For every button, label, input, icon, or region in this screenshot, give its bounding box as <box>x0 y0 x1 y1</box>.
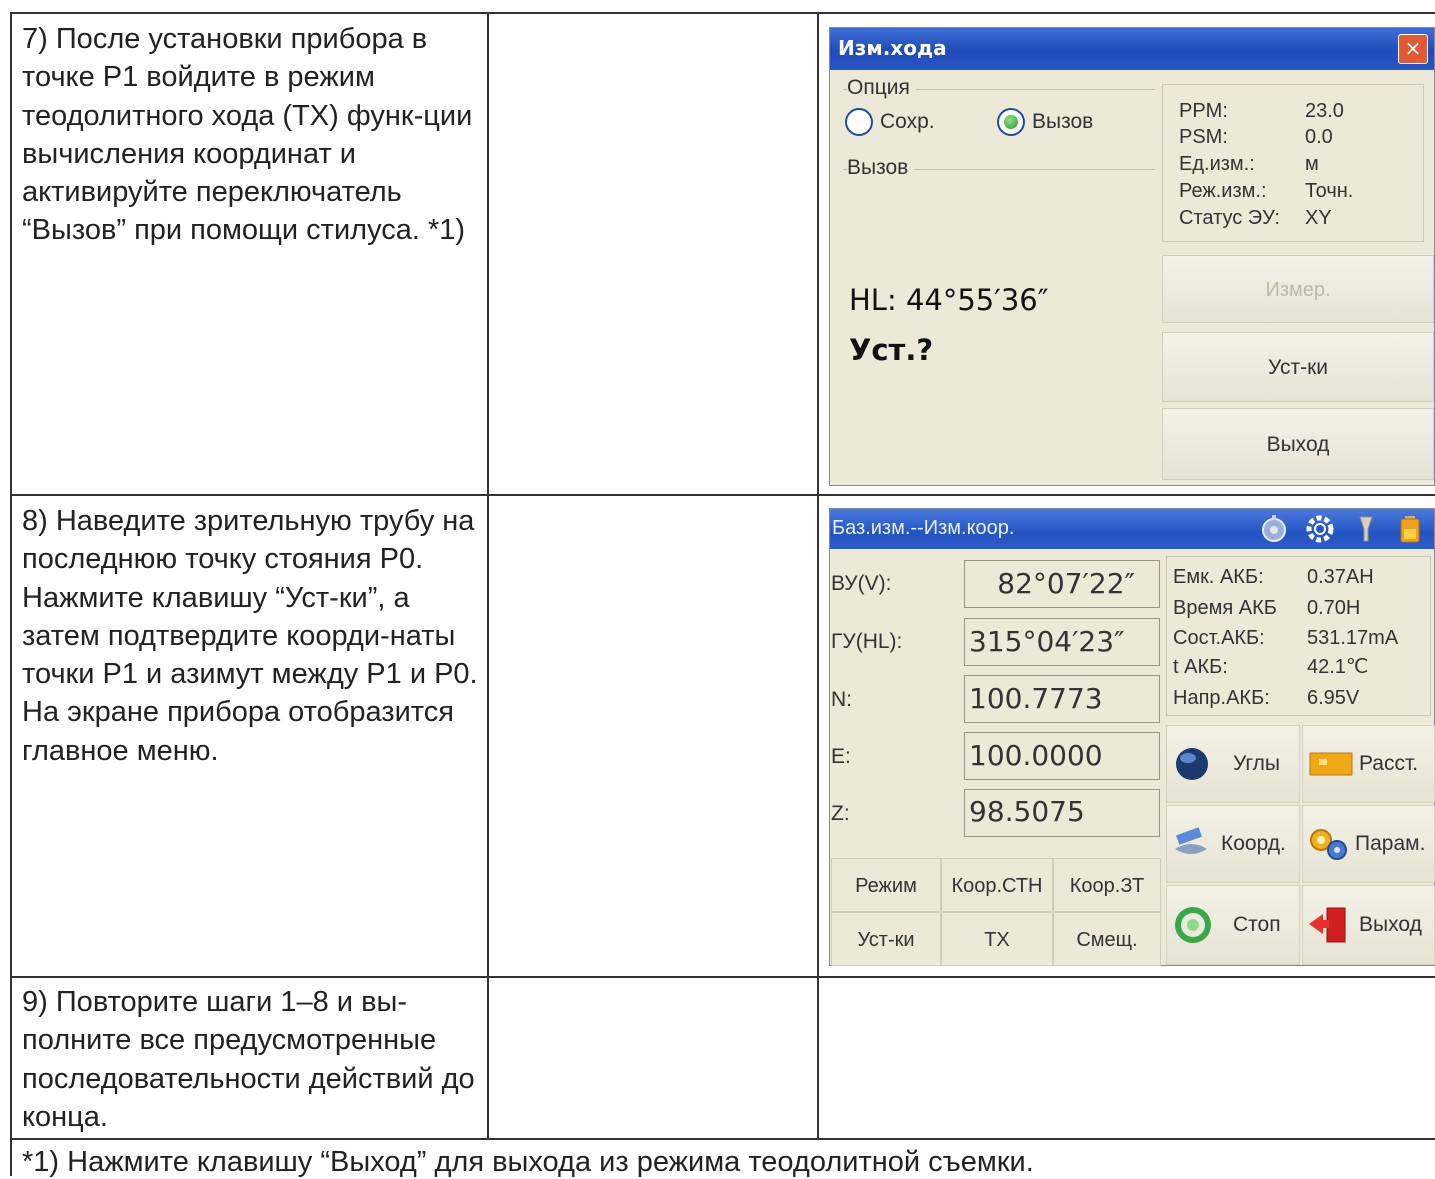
coordinates-icon <box>1175 827 1207 854</box>
backsight-coord-button[interactable]: Коор.ЗТ <box>1053 858 1161 912</box>
row-divider <box>10 1138 1435 1140</box>
column-divider <box>817 12 819 1140</box>
stop-label: Стоп <box>1233 913 1281 936</box>
angles-label: Углы <box>1233 752 1280 775</box>
exit-menu-label: Выход <box>1359 913 1422 936</box>
station-coord-button[interactable]: Коор.СТН <box>941 858 1053 912</box>
step-9-text: 9) Повторите шаги 1–8 и вы-полните все п… <box>22 986 475 1133</box>
radio-recall-label: Вызов <box>1032 110 1094 133</box>
exit-menu-button[interactable]: Выход <box>1302 885 1435 965</box>
option-group-label: Опция <box>847 76 916 100</box>
close-button[interactable]: × <box>1398 34 1428 64</box>
measurement-info-panel: PPM: 23.0 PSM: 0.0 Ед.изм.: м Реж.изм.: Точн… <box>1162 84 1424 242</box>
distance-label: Расст. <box>1359 752 1419 775</box>
field-label-vertical-angle: ВУ(V): <box>831 572 892 595</box>
row-divider <box>10 976 1435 978</box>
battery-row-capacity: Емк. АКБ: 0.37AH <box>1173 566 1374 588</box>
compass-icon[interactable] <box>1260 515 1288 543</box>
field-label-n: N: <box>831 688 852 711</box>
exit-door-icon <box>1309 907 1346 943</box>
field-e: 100.0000 <box>964 732 1160 780</box>
tape-measure-icon <box>1309 752 1353 776</box>
row-divider <box>10 494 1435 496</box>
battery-icon[interactable] <box>1396 515 1424 543</box>
field-label-horizontal-angle: ГУ(HL): <box>831 630 903 653</box>
params-label: Парам. <box>1355 832 1426 855</box>
measure-button[interactable]: Измер. <box>1162 255 1434 323</box>
table-border-left <box>10 12 12 1176</box>
title-bar: Изм.хода × <box>830 28 1434 70</box>
column-divider <box>487 12 489 1140</box>
battery-info-panel: Емк. АКБ: 0.37AH Время АКБ 0.70H Сост.АКБ:… <box>1166 556 1431 716</box>
battery-row-state: Сост.АКБ: 531.17mA <box>1173 627 1399 649</box>
gears-icon <box>1310 829 1347 860</box>
globe-icon <box>1176 748 1208 780</box>
distance-button[interactable]: Расст. <box>1302 725 1435 803</box>
field-label-e: E: <box>831 745 851 768</box>
field-vertical-angle: 82°07′22″ <box>964 560 1160 608</box>
field-z: 98.5075 <box>964 789 1160 837</box>
stop-button[interactable]: Стоп <box>1166 885 1300 965</box>
hl-angle-readout: HL: 44°55′36″ <box>849 283 1049 317</box>
settings-button[interactable]: Уст-ки <box>1162 332 1434 402</box>
radio-save-label: Сохр. <box>880 110 935 133</box>
battery-row-voltage: Напр.АКБ: 6.95V <box>1173 687 1360 709</box>
recall-group-label: Вызов <box>847 156 915 180</box>
field-n: 100.7773 <box>964 675 1160 723</box>
radio-recall[interactable] <box>997 108 1025 136</box>
stop-icon <box>1175 907 1211 943</box>
battery-row-temp: t АКБ: 42.1℃ <box>1173 656 1369 678</box>
step-7-text: 7) После установки прибора в точке P1 во… <box>22 23 473 247</box>
window-title: Баз.изм.--Изм.коор. <box>832 517 1015 539</box>
set-prompt: Уст.? <box>849 333 934 367</box>
coords-button[interactable]: Коорд. <box>1166 805 1300 883</box>
mode-button[interactable]: Режим <box>831 858 941 912</box>
settings-softkey[interactable]: Уст-ки <box>831 912 941 966</box>
info-row-mode: Реж.изм.: Точн. <box>1179 180 1354 202</box>
info-row-ppm: PPM: 23.0 <box>1179 100 1344 122</box>
field-horizontal-angle: 315°04′23″ <box>964 618 1160 666</box>
info-row-psm: PSM: 0.0 <box>1179 126 1333 148</box>
angles-button[interactable]: Углы <box>1166 725 1300 803</box>
title-bar: Баз.изм.--Изм.коор. <box>830 509 1434 549</box>
step-8-text: 8) Наведите зрительную трубу на последню… <box>22 505 478 767</box>
info-row-units: Ед.изм.: м <box>1179 153 1319 175</box>
battery-row-time: Время АКБ 0.70H <box>1173 597 1361 619</box>
gear-icon[interactable] <box>1306 515 1334 543</box>
table-border-top <box>10 12 1435 14</box>
footnote: *1) Нажмите клавишу “Выход” для выхода и… <box>22 1146 1034 1178</box>
traverse-button[interactable]: ТХ <box>941 912 1053 966</box>
window-title: Изм.хода <box>838 36 947 60</box>
coords-label: Коорд. <box>1221 832 1286 855</box>
radio-save[interactable] <box>845 108 873 136</box>
signal-icon[interactable] <box>1352 515 1380 543</box>
radio-selected-dot <box>1004 115 1018 129</box>
info-row-status: Статус ЭУ: XY <box>1179 207 1332 229</box>
field-label-z: Z: <box>831 802 850 825</box>
exit-button[interactable]: Выход <box>1162 408 1434 480</box>
offset-button[interactable]: Смещ. <box>1053 912 1161 966</box>
params-button[interactable]: Парам. <box>1302 805 1435 883</box>
